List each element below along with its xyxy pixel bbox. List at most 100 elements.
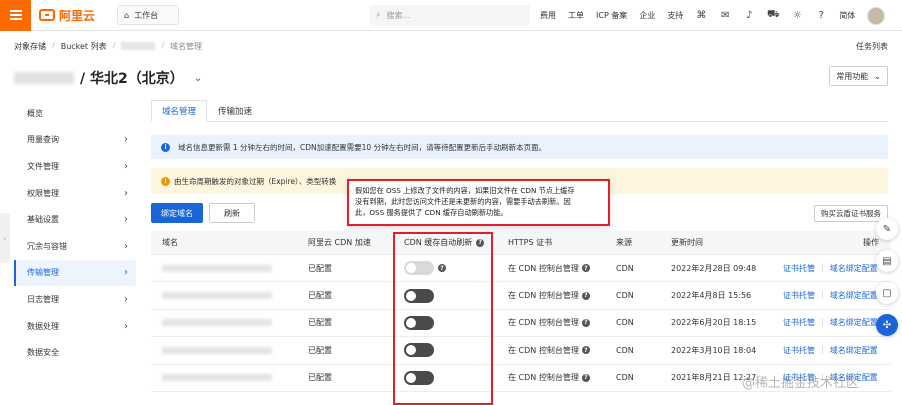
question-icon[interactable]: ?	[581, 264, 590, 273]
nav-enterprise[interactable]: 企业	[639, 10, 655, 21]
sidebar-item-usage[interactable]: 用量查询 ›	[14, 127, 136, 154]
sidebar-item-basic-settings[interactable]: 基础设置 ›	[14, 206, 136, 233]
question-icon[interactable]: ?	[581, 346, 590, 355]
auto-refresh-toggle[interactable]	[404, 288, 434, 303]
help-icon[interactable]: ?	[815, 10, 827, 22]
auto-refresh-toggle[interactable]	[404, 370, 434, 385]
auto-refresh-toggle[interactable]	[404, 261, 434, 276]
aliyun-logo[interactable]: 阿里云	[39, 7, 95, 24]
bind-domain-button[interactable]: 绑定域名	[151, 203, 203, 223]
breadcrumb-domain-mgmt: 域名管理	[170, 42, 203, 51]
search-input[interactable]: ⌕ 搜索...	[370, 5, 530, 25]
domain-cell	[151, 346, 308, 354]
domain-redacted	[162, 319, 272, 327]
info-notice: i 域名信息更新需 1 分钟左右的时间，CDN加速配置需要10 分钟左右时间，请…	[151, 135, 888, 159]
question-icon[interactable]: ?	[581, 318, 590, 327]
lightbulb-icon[interactable]: ☼	[791, 10, 803, 22]
sidebar-item-redundancy[interactable]: 冗余与容错 ›	[14, 233, 136, 260]
auto-refresh-toggle[interactable]	[404, 315, 434, 330]
cdn-status: 已配置	[308, 373, 332, 383]
nav-tickets[interactable]: 工单	[568, 10, 584, 21]
chevron-right-icon: ›	[124, 320, 128, 332]
header-domain: 域名	[162, 238, 178, 247]
domain-binding-link[interactable]: 域名绑定配置	[830, 345, 878, 356]
ops-cell: 证书托管 | 域名绑定配置	[783, 345, 891, 356]
sidebar-item-overview[interactable]: 概览	[14, 100, 136, 127]
divider: |	[821, 290, 824, 300]
warning-icon: !	[161, 176, 170, 186]
auto-refresh-cell	[398, 288, 508, 303]
tooltip-line: 假如您在 OSS 上修改了文件的内容，如果旧文件在 CDN 节点上缓存	[355, 186, 575, 195]
sidebar-item-files[interactable]: 文件管理 ›	[14, 153, 136, 180]
divider: |	[821, 344, 824, 354]
https-cell: 在 CDN 控制台管理?	[508, 345, 616, 356]
guide-icon[interactable]: ▤	[876, 250, 898, 272]
avatar[interactable]	[867, 6, 886, 25]
cert-hosting-link[interactable]: 证书托管	[783, 345, 815, 356]
header-auto-refresh-label: CDN 缓存自动刷新	[404, 238, 473, 247]
refresh-button[interactable]: 刷新	[209, 203, 255, 223]
cert-hosting-link[interactable]: 证书托管	[783, 317, 815, 328]
sidebar-item-data-processing[interactable]: 数据处理 ›	[14, 313, 136, 340]
nav-fees[interactable]: 费用	[540, 10, 556, 21]
chat-icon[interactable]: ▢	[876, 282, 898, 304]
divider: |	[821, 317, 824, 327]
auto-refresh-cell	[398, 370, 508, 385]
sidebar-item-label: 基础设置	[27, 215, 59, 225]
bucket-name-redacted	[14, 72, 74, 84]
domain-binding-link[interactable]: 域名绑定配置	[830, 317, 878, 328]
domain-redacted	[162, 264, 272, 272]
question-icon[interactable]: ?	[438, 264, 446, 273]
https-cell: 在 CDN 控制台管理?	[508, 372, 616, 383]
auto-refresh-toggle[interactable]	[404, 343, 434, 358]
sidebar-item-permissions[interactable]: 权限管理 ›	[14, 180, 136, 207]
tab-bar: 域名管理 传输加速	[151, 100, 888, 122]
cdn-status: 已配置	[308, 318, 332, 328]
sidebar-item-transfer[interactable]: 传输管理 ›	[14, 259, 136, 287]
question-icon[interactable]: ?	[581, 373, 590, 382]
https-text: 在 CDN 控制台管理	[508, 318, 579, 328]
sidebar-item-logs[interactable]: 日志管理 ›	[14, 286, 136, 313]
cart-icon[interactable]: ⛟	[767, 9, 780, 22]
question-icon[interactable]: ?	[581, 291, 590, 300]
question-icon[interactable]: ?	[476, 238, 485, 247]
domain-binding-link[interactable]: 域名绑定配置	[830, 290, 878, 301]
header-updated: 更新时间	[671, 238, 703, 247]
table-header: 域名 阿里云 CDN 加速 CDN 缓存自动刷新 ? HTTPS 证书 来源 更…	[151, 231, 891, 255]
nav-support[interactable]: 支持	[667, 10, 683, 21]
auto-refresh-tooltip: 假如您在 OSS 上修改了文件的内容，如果旧文件在 CDN 节点上缓存 没有到期…	[347, 179, 610, 226]
domain-cell	[151, 374, 308, 382]
cloud-shell-icon[interactable]: ⌘	[695, 10, 707, 22]
table-row: 已配置 ? 在 CDN 控制台管理? CDN 2022年2月28日 09:48 …	[151, 255, 891, 283]
collapse-sidebar-handle[interactable]: ›	[0, 213, 10, 263]
edit-icon[interactable]: ✎	[876, 218, 898, 240]
message-icon[interactable]: ✉	[719, 10, 731, 22]
chevron-right-icon: ›	[124, 214, 128, 226]
language-switch[interactable]: 简体	[839, 10, 855, 21]
divider: |	[821, 262, 824, 272]
bell-icon[interactable]: ♪	[743, 10, 755, 22]
breadcrumb-bucket-list[interactable]: Bucket 列表	[61, 41, 107, 52]
chevron-right-icon: ›	[124, 134, 128, 146]
sidebar-item-data-security[interactable]: 数据安全	[14, 339, 136, 366]
sidebar-item-label: 传输管理	[27, 268, 59, 278]
breadcrumb-bucket-name-redacted[interactable]	[121, 42, 156, 50]
apps-icon[interactable]: ✣	[876, 314, 898, 336]
menu-icon[interactable]	[0, 0, 31, 31]
domain-cell	[151, 319, 308, 327]
tab-transfer-acceleration[interactable]: 传输加速	[207, 100, 263, 122]
chevron-down-icon[interactable]: ⌄	[194, 73, 202, 84]
chevron-right-icon: ›	[124, 240, 128, 252]
domain-cell	[151, 292, 308, 300]
breadcrumb-oss[interactable]: 对象存储	[14, 41, 46, 52]
nav-icp[interactable]: ICP 备案	[596, 10, 627, 21]
cert-hosting-link[interactable]: 证书托管	[783, 263, 815, 274]
domain-binding-link[interactable]: 域名绑定配置	[830, 263, 878, 274]
task-list-link[interactable]: 任务列表	[856, 41, 888, 52]
cert-hosting-link[interactable]: 证书托管	[783, 290, 815, 301]
source-cell: CDN	[616, 291, 634, 301]
common-functions-dropdown[interactable]: 常用功能 ⌄	[829, 66, 888, 86]
logo-mark-icon	[39, 9, 55, 21]
workbench-button[interactable]: ⌂ 工作台	[117, 5, 180, 25]
tab-domain-management[interactable]: 域名管理	[151, 100, 208, 122]
